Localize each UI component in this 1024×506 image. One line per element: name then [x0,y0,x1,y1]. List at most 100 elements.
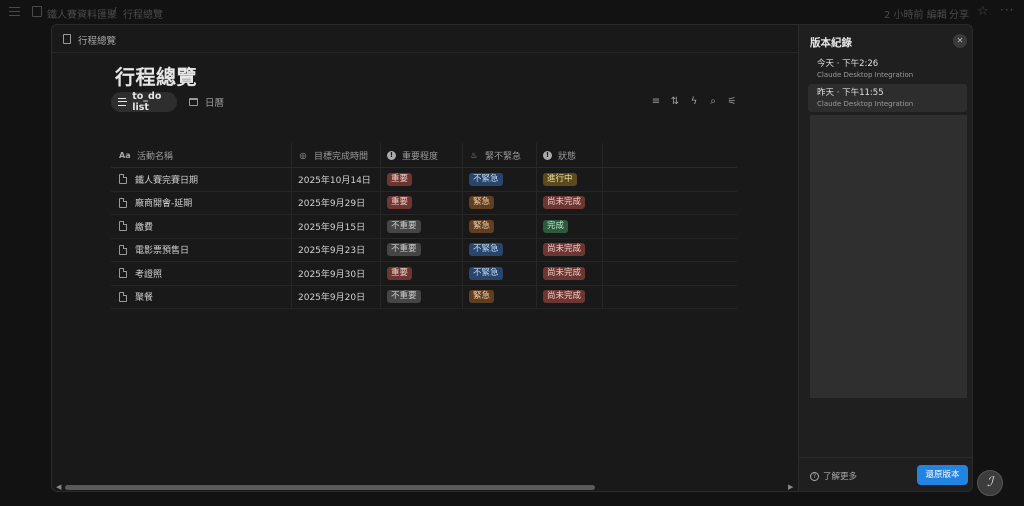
panel-footer: ? 了解更多 還原版本 [799,457,972,491]
menu-icon[interactable] [9,7,20,16]
table-row[interactable]: 考證照 2025年9月30日 重要 不緊急 尚未完成 [111,262,737,286]
lightning-icon[interactable]: ϟ [688,95,700,109]
settings-icon[interactable]: ⚟ [726,95,738,109]
row-name: 聚餐 [135,293,154,304]
todo-table: Aa 活動名稱 ◎ 目標完成時間 ! 重要程度 ♨ 緊不緊急 ! 狀態 鐵人賽完… [111,143,737,309]
table-row[interactable]: 繳費 2025年9月15日 不重要 緊急 完成 [111,215,737,239]
row-date: 2025年9月20日 [298,293,366,304]
urgency-tag: 不緊急 [469,243,503,257]
status-tag: 尚未完成 [543,196,586,210]
table-row[interactable]: 電影票預售日 2025年9月23日 不重要 不緊急 尚未完成 [111,238,737,262]
breadcrumb-current[interactable]: 行程總覽 [123,6,163,21]
database-icon [32,6,42,17]
panel-title: 版本紀錄 [810,37,852,49]
tab-label: 日曆 [205,98,225,109]
alert-icon: ! [543,150,552,160]
importance-tag: 不重要 [387,219,421,233]
version-time: 今天 · 下午2:26 [817,59,879,69]
table-row[interactable]: 廠商開會-延期 2025年9月29日 重要 緊急 尚未完成 [111,191,737,215]
version-history-panel: 版本紀錄 ✕ 今天 · 下午2:26 Claude Desktop Integr… [798,25,972,491]
modal-header: 行程總覽 [52,25,798,53]
search-icon[interactable]: ⌕ [707,95,719,109]
row-name: 繳費 [135,222,154,233]
status-tag: 尚未完成 [543,290,586,304]
status-tag: 進行中 [543,172,577,186]
version-item[interactable]: 今天 · 下午2:26 Claude Desktop Integration [808,55,967,83]
scrollbar-thumb[interactable] [65,485,595,490]
column-header-name[interactable]: Aa 活動名稱 [111,143,292,167]
tab-label: to_do list [132,91,162,113]
filter-icon[interactable]: ≡ [650,95,662,109]
column-header-importance[interactable]: ! 重要程度 [381,143,463,167]
alert-icon: ! [387,150,396,160]
table-row[interactable]: 鐵人賽完賽日期 2025年10月14日 重要 不緊急 進行中 [111,168,737,192]
more-options-icon[interactable]: ··· [1000,3,1014,17]
row-date: 2025年9月29日 [298,199,366,210]
scroll-left-icon[interactable]: ◀ [56,483,61,491]
text-property-icon: Aa [119,150,131,160]
importance-tag: 不重要 [387,243,421,257]
page-icon [119,197,127,208]
importance-tag: 重要 [387,266,413,280]
version-time: 昨天 · 下午11:55 [817,88,884,98]
status-tag: 尚未完成 [543,243,586,257]
table-row[interactable]: 聚餐 2025年9月20日 不重要 緊急 尚未完成 [111,285,737,309]
help-circle-icon: ? [810,471,819,481]
learn-more-link[interactable]: ? 了解更多 [810,470,857,482]
row-date: 2025年9月30日 [298,269,366,280]
page-icon [119,291,127,302]
row-name: 考證照 [135,269,163,280]
page-icon [119,174,127,185]
close-icon[interactable]: ✕ [953,34,967,48]
urgency-tag: 緊急 [469,219,495,233]
urgency-tag: 不緊急 [469,266,503,280]
column-spacer [603,143,737,167]
database-toolbar: ≡ ⇅ ϟ ⌕ ⚟ [650,95,738,109]
status-tag: 尚未完成 [543,266,586,280]
importance-tag: 不重要 [387,290,421,304]
fire-icon: ♨ [470,150,478,160]
tab-to-do-list[interactable]: to_do list [111,91,177,113]
column-header-date[interactable]: ◎ 目標完成時間 [292,143,381,167]
page-preview: 行程總覽 to_do list 日曆 ≡ ⇅ ϟ ⌕ ⚟ Aa 活動名稱 ◎ 目… [52,53,798,491]
version-history-modal: 行程總覽 行程總覽 to_do list 日曆 ≡ ⇅ ϟ ⌕ ⚟ Aa 活動名… [51,24,973,492]
share-button[interactable]: 分享 [949,6,969,21]
row-name: 電影票預售日 [135,246,190,257]
importance-tag: 重要 [387,172,413,186]
modal-page-title: 行程總覽 [78,36,117,47]
column-header-status[interactable]: ! 狀態 [537,143,603,167]
breadcrumb-separator: / [113,6,117,17]
list-icon [118,98,128,106]
version-preview-area [810,115,967,398]
urgency-tag: 緊急 [469,196,495,210]
target-icon: ◎ [299,150,307,160]
page-icon [119,221,127,232]
page-icon [63,34,71,44]
urgency-tag: 緊急 [469,290,495,304]
version-item-selected[interactable]: 昨天 · 下午11:55 Claude Desktop Integration [808,84,967,112]
row-date: 2025年10月14日 [298,175,371,186]
column-header-urgency[interactable]: ♨ 緊不緊急 [463,143,537,167]
row-date: 2025年9月23日 [298,246,366,257]
row-name: 鐵人賽完賽日期 [135,175,199,186]
table-header-row: Aa 活動名稱 ◎ 目標完成時間 ! 重要程度 ♨ 緊不緊急 ! 狀態 [111,143,737,168]
horizontal-scrollbar[interactable]: ◀ ▶ [52,481,798,491]
calendar-icon [189,98,198,106]
status-tag: 完成 [543,219,569,233]
tab-calendar[interactable]: 日曆 [185,92,235,112]
version-source: Claude Desktop Integration [817,100,914,108]
assistant-icon[interactable]: ℐ [977,470,1003,496]
sort-icon[interactable]: ⇅ [669,95,681,109]
restore-version-button[interactable]: 還原版本 [917,465,968,485]
scroll-right-icon[interactable]: ▶ [788,483,793,491]
page-icon [119,244,127,255]
edited-timestamp: 2 小時前 編輯 [884,10,947,21]
page-title: 行程總覽 [115,65,197,89]
breadcrumb-parent[interactable]: 鐵人賽資料匯聚 [47,6,117,21]
page-icon [119,268,127,279]
row-date: 2025年9月15日 [298,222,366,233]
app-top-bar: 鐵人賽資料匯聚 / 行程總覽 2 小時前 編輯 分享 ☆ ··· [0,0,1024,24]
version-source: Claude Desktop Integration [817,71,914,79]
urgency-tag: 不緊急 [469,172,503,186]
star-icon[interactable]: ☆ [977,4,989,19]
